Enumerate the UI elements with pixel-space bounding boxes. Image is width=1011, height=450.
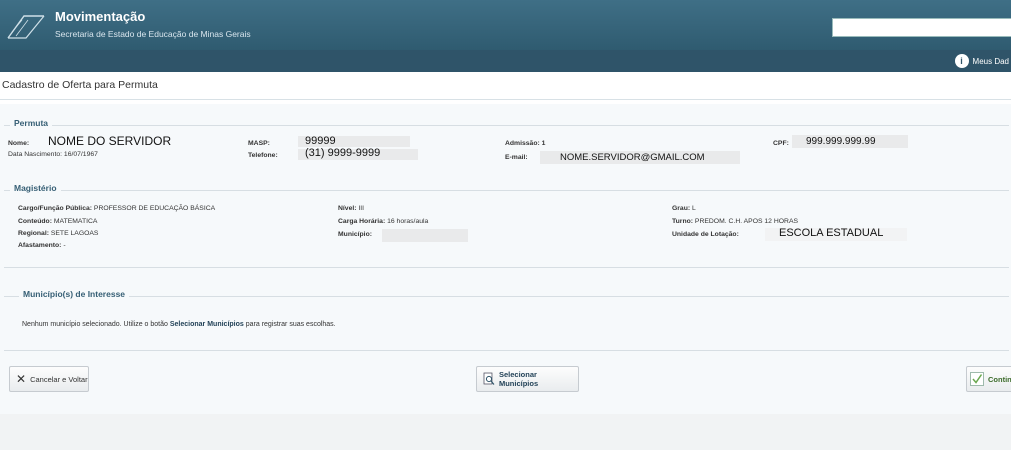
- email-label: E-mail:: [505, 154, 528, 161]
- telefone-value: (31) 9999-9999: [305, 147, 381, 159]
- app-header: Movimentação Secretaria de Estado de Edu…: [0, 0, 1011, 50]
- section-divider: [4, 267, 1009, 268]
- cancel-button[interactable]: ✕ Cancelar e Voltar: [9, 366, 89, 392]
- cargo-row: Cargo/Função Pública: PROFESSOR DE EDUCA…: [18, 205, 215, 212]
- carga-value: 16 horas/aula: [387, 218, 429, 225]
- select-button-label: Selecionar Municípios: [498, 370, 539, 388]
- message-suffix: para registrar suas escolhas.: [243, 321, 336, 328]
- regional-value: SETE LAGOAS: [50, 230, 99, 237]
- section-divider: [4, 190, 1009, 191]
- user-icon: i: [954, 54, 969, 68]
- message-link: Selecionar Municípios: [169, 321, 244, 328]
- my-data-link[interactable]: i Meus Dad: [954, 54, 1009, 68]
- telefone-label: Telefone:: [248, 152, 278, 159]
- main-content: Permuta Nome: NOME DO SERVIDOR Data Nasc…: [0, 104, 1011, 414]
- section-divider: [4, 350, 1009, 351]
- app-subtitle: Secretaria de Estado de Educação de Mina…: [55, 29, 251, 39]
- cpf-value: 999.999.999.99: [806, 136, 876, 147]
- document-search-icon: [483, 372, 495, 385]
- turno-row: Turno: PREDOM. C.H. APOS 12 HORAS: [672, 218, 798, 225]
- nivel-value: III: [358, 205, 365, 212]
- header-search-input[interactable]: [832, 18, 1011, 37]
- continue-button[interactable]: Continu: [966, 366, 1011, 392]
- municipio-field: [382, 229, 468, 242]
- masp-label: MASP:: [248, 140, 270, 147]
- select-municipios-button[interactable]: Selecionar Municípios: [476, 366, 579, 392]
- carga-label: Carga Horária:: [338, 218, 386, 225]
- municipio-row: Município:: [338, 231, 372, 238]
- masp-value: 99999: [305, 135, 336, 147]
- email-value: NOME.SERVIDOR@GMAIL.COM: [560, 152, 705, 163]
- magisterio-legend: Magistério: [10, 183, 61, 193]
- municipio-label: Município:: [338, 231, 372, 238]
- my-data-label: Meus Dad: [972, 56, 1009, 66]
- afastamento-label: Afastamento:: [18, 242, 62, 249]
- section-divider: [4, 296, 1009, 297]
- close-icon: ✕: [16, 372, 27, 386]
- unidade-label: Unidade de Lotação:: [672, 231, 739, 238]
- regional-row: Regional: SETE LAGOAS: [18, 230, 98, 237]
- municipios-message: Nenhum município selecionado. Utilize o …: [22, 321, 336, 328]
- data-nascimento: Data Nascimento: 16/07/1967: [8, 151, 98, 158]
- nome-value: NOME DO SERVIDOR: [48, 134, 172, 148]
- municipios-legend: Município(s) de Interesse: [19, 289, 130, 299]
- cargo-value: PROFESSOR DE EDUCAÇÃO BÁSICA: [93, 205, 216, 212]
- app-title: Movimentação: [55, 9, 146, 24]
- nome-label: Nome:: [8, 140, 30, 147]
- grau-value: L: [692, 205, 696, 212]
- unidade-value: ESCOLA ESTADUAL: [779, 227, 884, 239]
- permuta-legend: Permuta: [10, 118, 53, 128]
- cargo-label: Cargo/Função Pública:: [18, 205, 93, 212]
- check-icon: [970, 372, 984, 386]
- message-prefix: Nenhum município selecionado. Utilize o …: [22, 321, 170, 328]
- section-divider: [4, 125, 1009, 126]
- cancel-button-label: Cancelar e Voltar: [30, 374, 88, 384]
- afastamento-value: -: [63, 242, 66, 249]
- grau-label: Grau:: [672, 205, 691, 212]
- carga-row: Carga Horária: 16 horas/aula: [338, 218, 428, 225]
- turno-value: PREDOM. C.H. APOS 12 HORAS: [694, 218, 799, 225]
- admissao: Admissão: 1: [505, 140, 546, 147]
- afastamento-row: Afastamento: -: [18, 242, 66, 249]
- page-title: Cadastro de Oferta para Permuta: [2, 79, 158, 91]
- page-footer: [0, 414, 1011, 450]
- regional-label: Regional:: [18, 230, 49, 237]
- conteudo-row: Conteúdo: MATEMATICA: [18, 218, 97, 225]
- title-divider: [0, 99, 1011, 100]
- grau-row: Grau: L: [672, 205, 696, 212]
- conteudo-label: Conteúdo:: [18, 218, 52, 225]
- nivel-label: Nível:: [338, 205, 357, 212]
- turno-label: Turno:: [672, 218, 694, 225]
- logo-icon: [7, 15, 45, 39]
- conteudo-value: MATEMATICA: [53, 218, 98, 225]
- nav-bar: [0, 50, 1011, 72]
- cpf-label: CPF:: [773, 140, 789, 147]
- nivel-row: Nível: III: [338, 205, 364, 212]
- continue-button-label: Continu: [988, 374, 1011, 384]
